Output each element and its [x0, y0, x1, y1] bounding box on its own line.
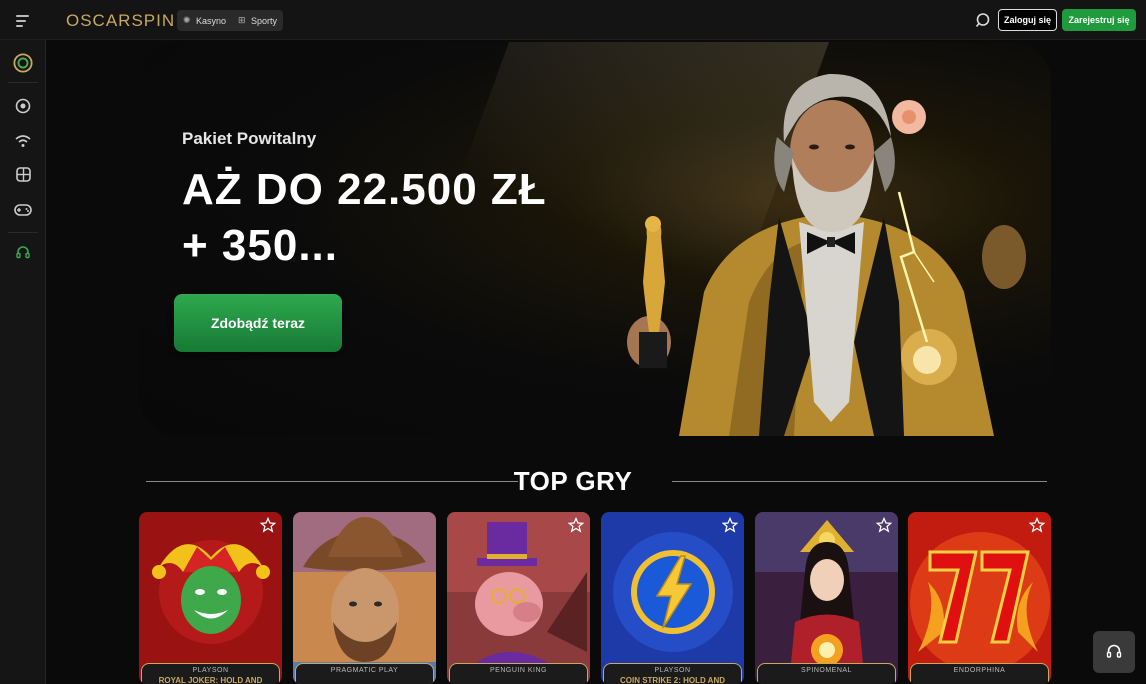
- claim-bonus-button[interactable]: Zdobądź teraz: [174, 294, 342, 352]
- tab-sporty-label: Sporty: [251, 15, 278, 26]
- slots-icon[interactable]: [13, 164, 33, 184]
- game-card[interactable]: PRAGMATIC PLAY: [293, 512, 436, 684]
- statuette-icon: [639, 216, 667, 368]
- login-button[interactable]: Zaloguj się: [998, 9, 1057, 31]
- game-info: PLAYSON COIN STRIKE 2: HOLD AND: [603, 663, 742, 684]
- section-divider-left: [146, 481, 518, 482]
- game-provider: PLAYSON: [654, 667, 691, 674]
- game-name: COIN STRIKE 2: HOLD AND: [619, 676, 726, 684]
- support-chat-button[interactable]: [1093, 631, 1135, 673]
- brand-logo[interactable]: OSCARSPIN: [66, 11, 175, 31]
- favorite-star-icon[interactable]: [259, 516, 277, 533]
- hero-subtitle: Pakiet Powitalny: [182, 129, 317, 148]
- game-info: SPINOMENAL: [757, 663, 896, 684]
- oscar-logo-icon[interactable]: [13, 53, 33, 73]
- category-switch: ✺ Kasyno ⊞ Sporty: [177, 10, 283, 31]
- hero-title-line2: + 350...: [182, 221, 339, 270]
- game-info: PENGUIN KING: [449, 663, 588, 684]
- search-icon[interactable]: [975, 12, 992, 29]
- game-thumbnail: [447, 512, 590, 684]
- favorite-star-icon[interactable]: [721, 516, 739, 533]
- sidebar: [0, 40, 46, 684]
- gamepad-icon[interactable]: [13, 200, 33, 220]
- favorite-star-icon[interactable]: [875, 516, 893, 533]
- game-thumbnail: [139, 512, 282, 684]
- section-divider-right: [672, 481, 1047, 482]
- menu-icon[interactable]: [12, 12, 34, 28]
- game-thumbnail: [755, 512, 898, 684]
- game-thumbnail: [601, 512, 744, 684]
- hero-title: AŻ DO 22.500 ZŁ + 350...: [182, 162, 652, 274]
- game-thumbnail: [908, 512, 1051, 684]
- favorite-star-icon[interactable]: [1028, 516, 1046, 533]
- support-headset-icon[interactable]: [13, 243, 33, 263]
- poker-chip-icon: [892, 100, 926, 134]
- register-button[interactable]: Zarejestruj się: [1062, 9, 1136, 31]
- tab-kasyno[interactable]: ✺ Kasyno: [177, 10, 232, 31]
- hero-banner[interactable]: Pakiet Powitalny AŻ DO 22.500 ZŁ + 350..…: [139, 42, 1051, 436]
- game-card[interactable]: PLAYSON ROYAL JOKER: HOLD AND: [139, 512, 282, 684]
- hero-illustration: [627, 73, 1026, 436]
- sidebar-divider: [8, 232, 38, 233]
- game-provider: PRAGMATIC PLAY: [330, 667, 399, 674]
- top-header: OSCARSPIN ✺ Kasyno ⊞ Sporty Zaloguj się …: [0, 0, 1146, 40]
- game-provider: PLAYSON: [192, 667, 229, 674]
- favorite-star-icon[interactable]: [567, 516, 585, 533]
- tab-kasyno-label: Kasyno: [196, 15, 227, 26]
- hero-title-line1: AŻ DO 22.500 ZŁ: [182, 165, 547, 214]
- game-card[interactable]: ENDORPHINA: [908, 512, 1051, 684]
- game-provider: ENDORPHINA: [953, 667, 1006, 674]
- sidebar-divider: [8, 82, 38, 83]
- game-provider: SPINOMENAL: [801, 667, 852, 674]
- game-info: PRAGMATIC PLAY: [295, 663, 434, 684]
- headset-icon: [1106, 644, 1122, 658]
- game-card[interactable]: PENGUIN KING: [447, 512, 590, 684]
- top-games-title: TOP GRY: [513, 466, 633, 496]
- game-provider: PENGUIN KING: [490, 667, 547, 674]
- game-card[interactable]: PLAYSON COIN STRIKE 2: HOLD AND: [601, 512, 744, 684]
- game-card[interactable]: SPINOMENAL: [755, 512, 898, 684]
- game-info: PLAYSON ROYAL JOKER: HOLD AND: [141, 663, 280, 684]
- live-signal-icon[interactable]: [13, 131, 33, 151]
- game-name: ROYAL JOKER: HOLD AND: [158, 676, 263, 684]
- game-info: ENDORPHINA: [910, 663, 1049, 684]
- game-thumbnail: [293, 512, 436, 684]
- casino-chip-icon[interactable]: [13, 96, 33, 116]
- sports-icon: ⊞: [238, 15, 246, 25]
- casino-chip-icon: ✺: [183, 15, 191, 25]
- tab-sporty[interactable]: ⊞ Sporty: [232, 10, 283, 31]
